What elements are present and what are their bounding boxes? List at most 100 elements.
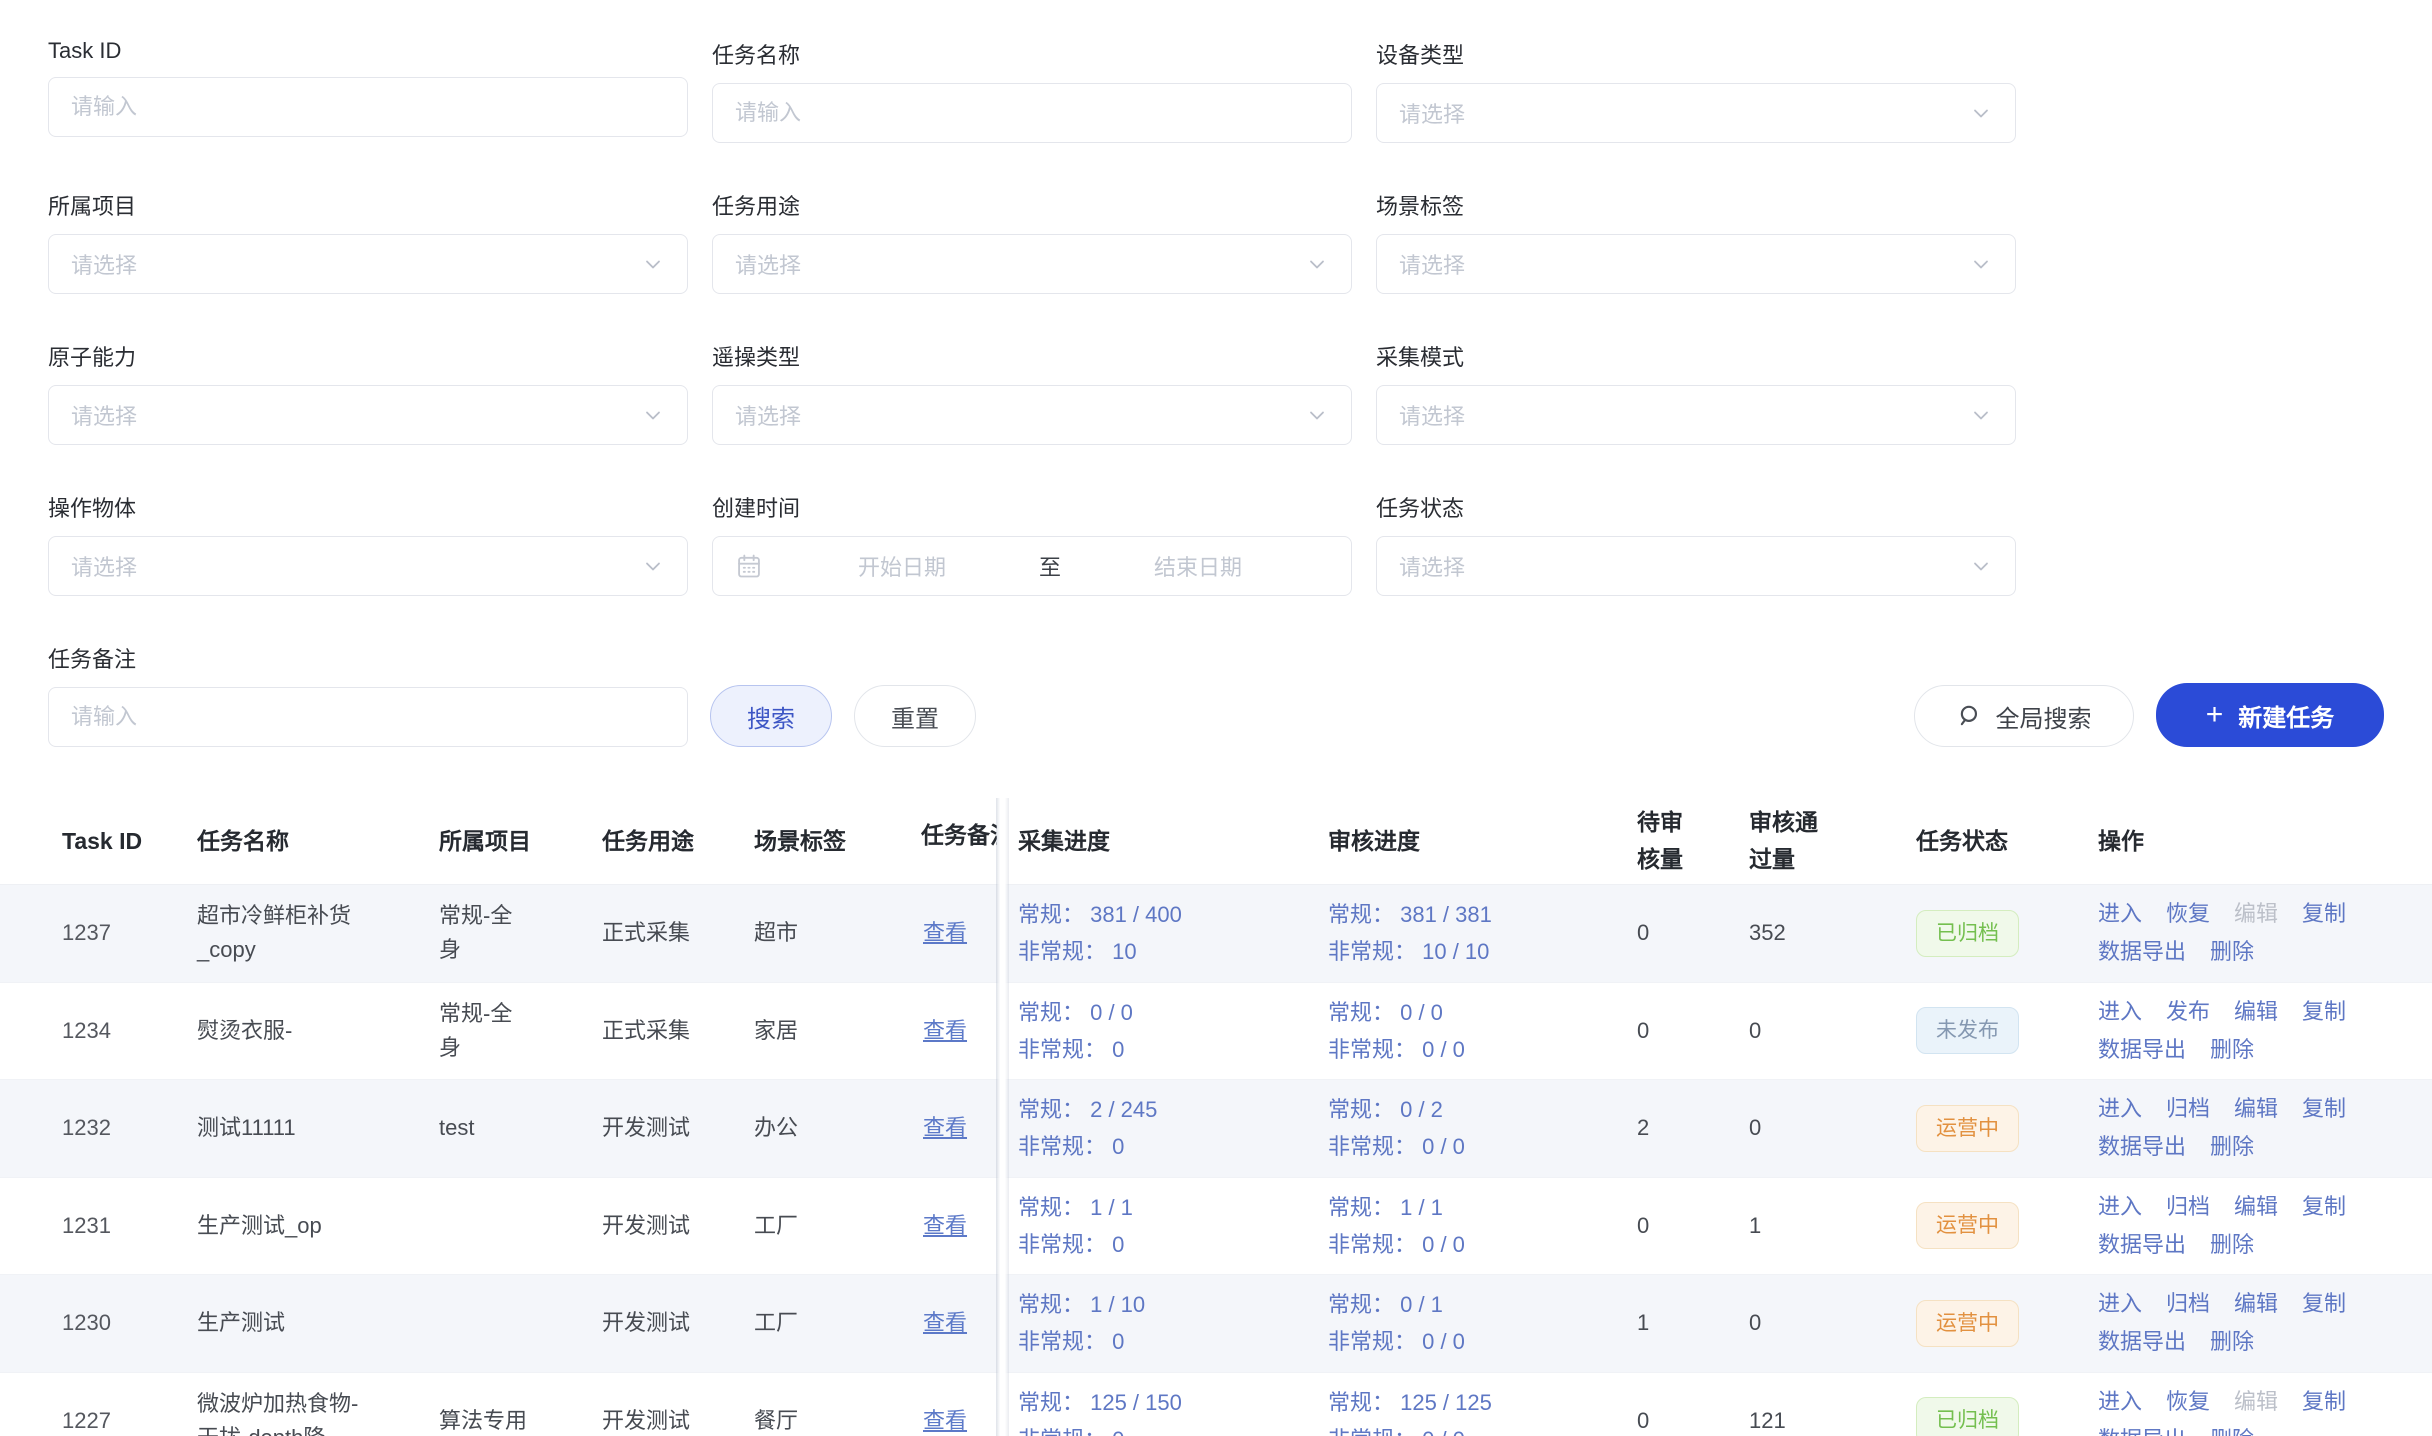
- filter-task-status: 任务状态请选择: [1376, 491, 2016, 596]
- filter-label-task-name: 任务名称: [712, 38, 1352, 70]
- action-edit[interactable]: 编辑: [2234, 993, 2278, 1031]
- create-time-range-picker[interactable]: 开始日期至结束日期: [712, 536, 1352, 596]
- cell-scene-tag: 工厂: [754, 1209, 921, 1243]
- task-purpose-select[interactable]: 请选择: [712, 234, 1352, 294]
- table-row: 1234熨烫衣服-常规-全身正式采集家居查看常规： 0 / 0非常规： 0常规：…: [0, 983, 2432, 1081]
- action-copy[interactable]: 复制: [2302, 1383, 2346, 1421]
- action-enter[interactable]: 进入: [2098, 1285, 2142, 1323]
- task-remark-input[interactable]: [48, 687, 688, 747]
- column-header-label-task-name: 任务名称: [197, 828, 289, 854]
- action-export[interactable]: 数据导出: [2098, 1323, 2186, 1361]
- table-body: 1237超市冷鲜柜补货_copy常规-全身正式采集超市查看常规： 381 / 4…: [0, 885, 2432, 1436]
- cell-task-id: 1227: [62, 1404, 197, 1436]
- progress-line: 非常规： 0: [1018, 1421, 1328, 1436]
- column-header-review-progress: 审核进度: [1328, 823, 1637, 860]
- column-header-task-id: Task ID: [62, 823, 197, 860]
- cell-task-name: 微波炉加热食物-干扰-depth降...: [197, 1387, 439, 1436]
- action-enter[interactable]: 进入: [2098, 1188, 2142, 1226]
- status-badge: 运营中: [1916, 1202, 2019, 1249]
- action-enter[interactable]: 进入: [2098, 1090, 2142, 1128]
- device-type-select[interactable]: 请选择: [1376, 83, 2016, 143]
- action-edit[interactable]: 编辑: [2234, 1285, 2278, 1323]
- table-row: 1227微波炉加热食物-干扰-depth降...算法专用开发测试餐厅查看常规： …: [0, 1373, 2432, 1436]
- column-header-label-purpose: 任务用途: [602, 828, 694, 854]
- cell-project: test: [439, 1111, 602, 1145]
- action-edit[interactable]: 编辑: [2234, 1090, 2278, 1128]
- filter-project: 所属项目请选择: [48, 189, 688, 294]
- action-delete[interactable]: 删除: [2210, 933, 2254, 971]
- remark-view-link[interactable]: 查看: [923, 1115, 967, 1140]
- action-copy[interactable]: 复制: [2302, 993, 2346, 1031]
- progress-line: 非常规： 10 / 10: [1328, 933, 1637, 970]
- progress-line: 常规： 0 / 2: [1328, 1091, 1637, 1128]
- filter-device-type: 设备类型请选择: [1376, 38, 2016, 143]
- cell-collect-progress: 常规： 1 / 1非常规： 0: [1018, 1189, 1328, 1263]
- atomic-ability-select[interactable]: 请选择: [48, 385, 688, 445]
- action-edit[interactable]: 编辑: [2234, 1188, 2278, 1226]
- teleop-type-select[interactable]: 请选择: [712, 385, 1352, 445]
- action-delete[interactable]: 删除: [2210, 1226, 2254, 1264]
- new-task-button[interactable]: + 新建任务: [2156, 683, 2384, 747]
- cell-review-progress: 常规： 0 / 2非常规： 0 / 0: [1328, 1091, 1637, 1165]
- action-archive[interactable]: 归档: [2166, 1285, 2210, 1323]
- remark-view-link[interactable]: 查看: [923, 1408, 967, 1433]
- action-restore[interactable]: 恢复: [2166, 1383, 2210, 1421]
- collect-mode-select[interactable]: 请选择: [1376, 385, 2016, 445]
- global-search-button[interactable]: 全局搜索: [1914, 685, 2134, 747]
- task-name-input[interactable]: [712, 83, 1352, 143]
- scene-tag-select[interactable]: 请选择: [1376, 234, 2016, 294]
- action-export[interactable]: 数据导出: [2098, 933, 2186, 971]
- cell-task-id: 1231: [62, 1209, 197, 1243]
- action-export[interactable]: 数据导出: [2098, 1128, 2186, 1166]
- action-delete[interactable]: 删除: [2210, 1128, 2254, 1166]
- operate-object-select[interactable]: 请选择: [48, 536, 688, 596]
- action-copy[interactable]: 复制: [2302, 895, 2346, 933]
- action-copy[interactable]: 复制: [2302, 1090, 2346, 1128]
- action-enter[interactable]: 进入: [2098, 993, 2142, 1031]
- action-copy[interactable]: 复制: [2302, 1188, 2346, 1226]
- project-select[interactable]: 请选择: [48, 234, 688, 294]
- filter-teleop-type: 遥操类型请选择: [712, 340, 1352, 445]
- chevron-down-icon: [1969, 101, 1993, 125]
- filter-collect-mode: 采集模式请选择: [1376, 340, 2016, 445]
- cell-project: 算法专用: [439, 1404, 602, 1436]
- progress-line: 常规： 0 / 1: [1328, 1286, 1637, 1323]
- action-export[interactable]: 数据导出: [2098, 1226, 2186, 1264]
- remark-view-link[interactable]: 查看: [923, 1213, 967, 1238]
- chevron-down-icon: [641, 403, 665, 427]
- action-publish[interactable]: 发布: [2166, 993, 2210, 1031]
- action-delete[interactable]: 删除: [2210, 1031, 2254, 1069]
- action-archive[interactable]: 归档: [2166, 1090, 2210, 1128]
- task-status-select[interactable]: 请选择: [1376, 536, 2016, 596]
- action-delete[interactable]: 删除: [2210, 1421, 2254, 1436]
- cell-task-name: 生产测试_op: [197, 1209, 439, 1243]
- plus-icon: +: [2206, 700, 2224, 730]
- chevron-down-icon: [1969, 554, 1993, 578]
- cell-operations: 进入归档编辑复制数据导出删除: [2098, 1090, 2384, 1166]
- action-copy[interactable]: 复制: [2302, 1285, 2346, 1323]
- filter-label-task-id: Task ID: [48, 38, 688, 64]
- cell-project: 常规-全身: [439, 997, 602, 1065]
- action-export[interactable]: 数据导出: [2098, 1031, 2186, 1069]
- filter-label-atomic-ability: 原子能力: [48, 340, 688, 372]
- action-enter[interactable]: 进入: [2098, 895, 2142, 933]
- cell-task-remark: 查看: [921, 1306, 1018, 1340]
- cell-purpose: 正式采集: [602, 1014, 754, 1048]
- cell-task-id: 1232: [62, 1111, 197, 1145]
- action-archive[interactable]: 归档: [2166, 1188, 2210, 1226]
- progress-line: 常规： 0 / 0: [1018, 994, 1328, 1031]
- progress-line: 常规： 125 / 150: [1018, 1384, 1328, 1421]
- action-export[interactable]: 数据导出: [2098, 1421, 2186, 1436]
- task-id-input[interactable]: [48, 77, 688, 137]
- cell-task-remark: 查看: [921, 916, 1018, 950]
- action-delete[interactable]: 删除: [2210, 1323, 2254, 1361]
- action-enter[interactable]: 进入: [2098, 1383, 2142, 1421]
- remark-view-link[interactable]: 查看: [923, 1310, 967, 1335]
- action-restore[interactable]: 恢复: [2166, 895, 2210, 933]
- search-button[interactable]: 搜索: [710, 685, 832, 747]
- filter-label-create-time: 创建时间: [712, 491, 1352, 523]
- remark-view-link[interactable]: 查看: [923, 1018, 967, 1043]
- reset-button[interactable]: 重置: [854, 685, 976, 747]
- remark-view-link[interactable]: 查看: [923, 920, 967, 945]
- filter-scene-tag: 场景标签请选择: [1376, 189, 2016, 294]
